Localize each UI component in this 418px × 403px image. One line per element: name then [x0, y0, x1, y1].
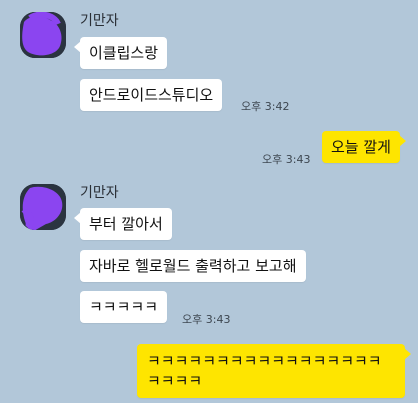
message-bubble[interactable]: 부터 깔아서: [74, 208, 172, 240]
avatar-scribble-icon: [20, 12, 66, 58]
message-bubble[interactable]: ㅋㅋㅋㅋㅋ: [80, 291, 168, 323]
sender-name: 기만자: [80, 13, 119, 29]
message-bubble[interactable]: 자바로 헬로월드 출력하고 보고해: [80, 250, 306, 282]
message-bubble[interactable]: 이클립스랑: [73, 37, 168, 69]
sender-name: 기만자: [80, 185, 119, 201]
message-time: 오후 3:43: [182, 313, 231, 326]
avatar-scribble-icon: [20, 184, 66, 230]
message-time: 오후 3:43: [262, 153, 311, 166]
my-message-bubble[interactable]: ㅋㅋㅋㅋㅋㅋㅋㅋㅋㅋㅋㅋㅋㅋㅋㅋㅋㅋㅋㅋㅋ: [137, 344, 411, 398]
my-message-bubble[interactable]: 오늘 깔게: [322, 131, 406, 163]
chat-room: 기만자 이클립스랑 안드로이드스튜디오 오후 3:42 오후 3:43 오늘 깔…: [0, 0, 418, 403]
avatar[interactable]: [20, 184, 66, 230]
avatar[interactable]: [20, 12, 66, 58]
message-bubble[interactable]: 안드로이드스튜디오: [80, 79, 223, 111]
message-time: 오후 3:42: [241, 100, 290, 113]
